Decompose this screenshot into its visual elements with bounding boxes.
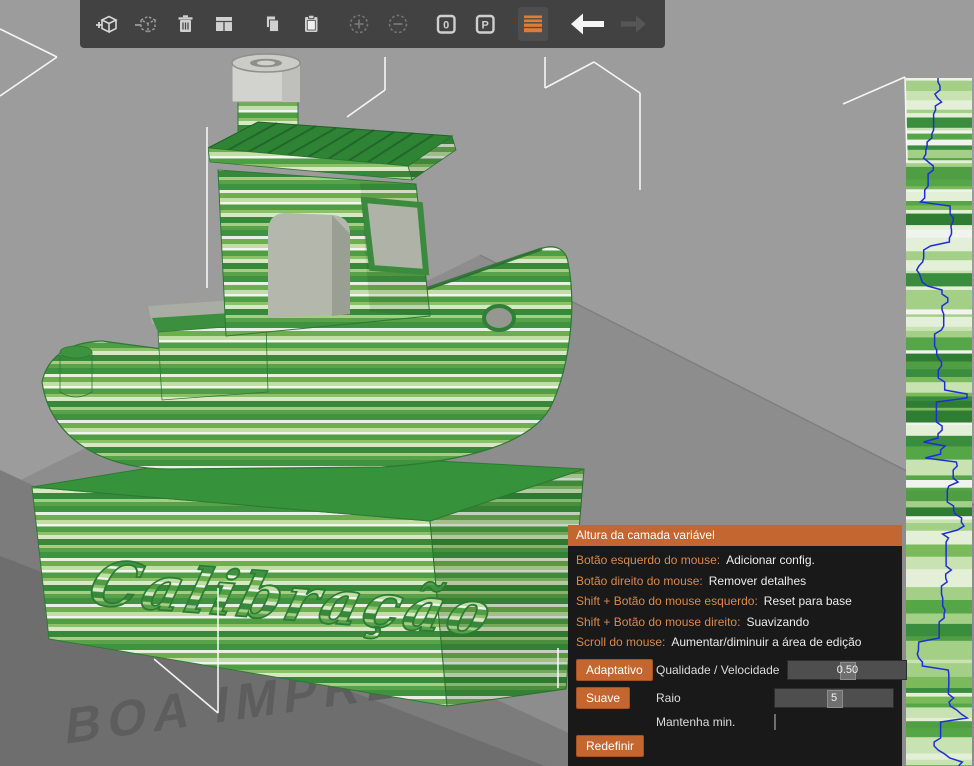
copy-icon[interactable] <box>257 7 287 41</box>
add-instance-icon[interactable] <box>344 7 374 41</box>
radius-value: 5 <box>830 691 838 704</box>
variable-layer-height-icon[interactable] <box>518 7 548 41</box>
arrange-icon[interactable] <box>209 7 239 41</box>
layer-height-column[interactable] <box>906 78 972 766</box>
bollard <box>59 351 93 398</box>
variable-layer-height-panel: Altura da camada variável Botão esquerdo… <box>568 525 908 766</box>
remove-instance-icon[interactable] <box>383 7 413 41</box>
bollard-top <box>59 345 93 359</box>
radius-slider[interactable]: 5 <box>774 687 894 708</box>
shortcut-row: Scroll do mouse: Aumentar/diminuir a áre… <box>576 635 862 649</box>
undo-icon[interactable] <box>566 7 608 41</box>
panel-title: Altura da camada variável <box>568 525 902 546</box>
cabin-window <box>360 196 430 276</box>
quality-speed-value: 0.50 <box>836 663 859 676</box>
paste-icon[interactable] <box>296 7 326 41</box>
stern-box <box>157 323 269 401</box>
main-toolbar: 0 P <box>80 0 665 48</box>
keep-min-label: Mantenha min. <box>656 714 736 729</box>
quality-speed-label: Qualidade / Velocidade <box>656 662 780 677</box>
svg-text:0: 0 <box>443 19 449 31</box>
reset-button[interactable]: Redefinir <box>576 734 645 757</box>
radius-label: Raio <box>656 690 681 705</box>
shortcut-row: Botão esquerdo do mouse: Adicionar confi… <box>576 553 815 567</box>
add-object-icon[interactable] <box>92 7 122 41</box>
adaptive-button[interactable]: Adaptativo <box>576 658 653 681</box>
smooth-button[interactable]: Suave <box>576 686 631 709</box>
keep-min-checkbox[interactable] <box>774 713 776 730</box>
app-window: BOA IMPRESS Calibração 0 P Altura da cam… <box>0 0 974 766</box>
shortcut-row: Botão direito do mouse: Remover detalhes <box>576 573 807 588</box>
split-to-parts-icon[interactable]: P <box>470 7 500 41</box>
quality-speed-slider[interactable]: 0.50 <box>787 659 908 680</box>
svg-text:P: P <box>481 19 488 31</box>
hawse-hole <box>482 304 516 332</box>
redo-icon[interactable] <box>617 7 653 41</box>
shortcut-row: Shift + Botão do mouse esquerdo: Reset p… <box>576 594 852 608</box>
remove-object-icon[interactable] <box>131 7 161 41</box>
delete-all-icon[interactable] <box>170 7 200 41</box>
split-to-objects-icon[interactable]: 0 <box>431 7 461 41</box>
shortcut-row: Shift + Botão do mouse direito: Suavizan… <box>576 614 810 629</box>
